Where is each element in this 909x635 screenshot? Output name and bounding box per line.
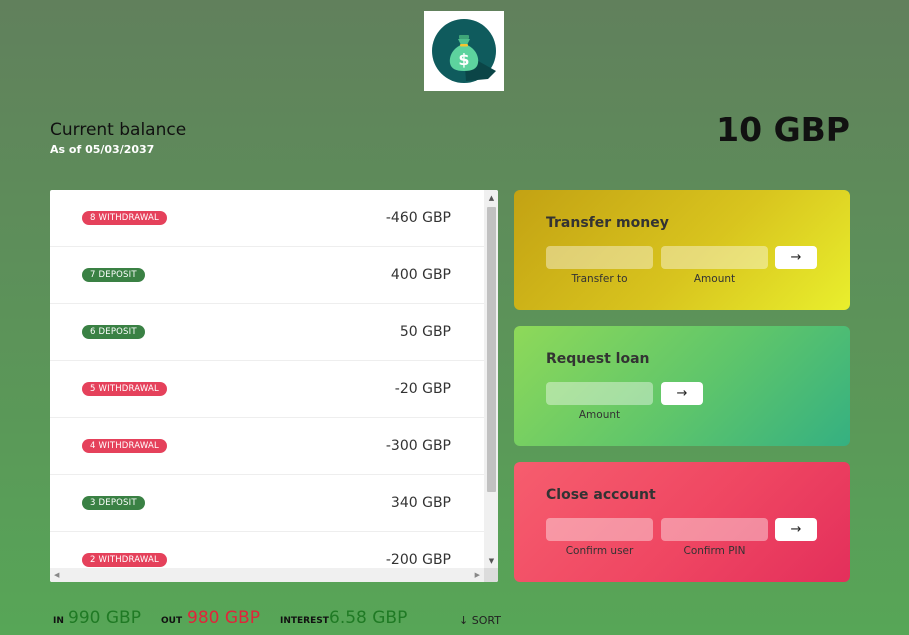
scroll-thumb[interactable] <box>487 207 496 492</box>
movements-list[interactable]: 8 WITHDRAWAL -460 GBP 7 DEPOSIT 400 GBP 6 DE… <box>50 190 498 582</box>
movement-type-badge: 3 DEPOSIT <box>82 496 145 510</box>
loan-button[interactable]: → <box>661 382 703 405</box>
scroll-up-icon[interactable]: ▲ <box>487 194 496 202</box>
vertical-scrollbar[interactable]: ▲ ▼ <box>484 190 498 568</box>
close-title: Close account <box>546 487 656 503</box>
movement-type-badge: 5 WITHDRAWAL <box>82 382 167 396</box>
horizontal-scrollbar[interactable]: ◀ ▶ <box>50 568 484 582</box>
close-button[interactable]: → <box>775 518 817 541</box>
movement-type-badge: 2 WITHDRAWAL <box>82 553 167 567</box>
money-bag-icon: $ <box>432 19 496 83</box>
movement-type-badge: 7 DEPOSIT <box>82 268 145 282</box>
movement-row: 7 DEPOSIT 400 GBP <box>50 247 484 304</box>
loan-title: Request loan <box>546 351 650 367</box>
balance-title: Current balance <box>50 120 187 140</box>
movement-amount: 400 GBP <box>390 267 451 283</box>
movement-row: 5 WITHDRAWAL -20 GBP <box>50 361 484 418</box>
balance-date: As of 05/03/2037 <box>50 143 155 156</box>
transfer-amount-label: Amount <box>693 273 736 285</box>
scroll-left-icon[interactable]: ◀ <box>54 571 59 579</box>
summary-out-value: 980 GBP <box>187 608 260 628</box>
movement-row: 8 WITHDRAWAL -460 GBP <box>50 190 484 247</box>
confirm-user-label: Confirm user <box>565 545 634 557</box>
movement-amount: -460 GBP <box>385 210 451 226</box>
transfer-amount-input[interactable] <box>661 246 768 269</box>
summary-interest-label: Interest <box>280 616 329 626</box>
summary-in-label: In <box>53 616 64 626</box>
movement-amount: -20 GBP <box>394 381 451 397</box>
loan-amount-input[interactable] <box>546 382 653 405</box>
transfer-button[interactable]: → <box>775 246 817 269</box>
movement-amount: 340 GBP <box>390 495 451 511</box>
movement-amount: -300 GBP <box>385 438 451 454</box>
movement-row: 6 DEPOSIT 50 GBP <box>50 304 484 361</box>
balance-value: 10 GBP <box>716 110 850 149</box>
movement-row: 3 DEPOSIT 340 GBP <box>50 475 484 532</box>
movement-amount: 50 GBP <box>399 324 451 340</box>
summary-in-value: 990 GBP <box>68 608 141 628</box>
summary-interest-value: 6.58 GBP <box>329 608 408 628</box>
movement-row: 4 WITHDRAWAL -300 GBP <box>50 418 484 475</box>
movement-amount: -200 GBP <box>385 552 451 568</box>
confirm-user-input[interactable] <box>546 518 653 541</box>
loan-panel: Request loan → Amount <box>514 326 850 446</box>
loan-amount-label: Amount <box>578 409 621 421</box>
movement-type-badge: 8 WITHDRAWAL <box>82 211 167 225</box>
transfer-panel: Transfer money → Transfer to Amount <box>514 190 850 310</box>
transfer-to-label: Transfer to <box>571 273 628 285</box>
sort-button[interactable]: ↓ SORT <box>459 614 501 627</box>
movements-rows: 8 WITHDRAWAL -460 GBP 7 DEPOSIT 400 GBP 6 DE… <box>50 190 484 582</box>
summary-out-label: Out <box>161 616 183 626</box>
transfer-title: Transfer money <box>546 215 669 231</box>
movement-type-badge: 4 WITHDRAWAL <box>82 439 167 453</box>
scroll-down-icon[interactable]: ▼ <box>487 557 496 565</box>
confirm-pin-label: Confirm PIN <box>683 545 746 557</box>
logo: $ <box>424 11 504 91</box>
scroll-right-icon[interactable]: ▶ <box>475 571 480 579</box>
close-panel: Close account → Confirm user Confirm PIN <box>514 462 850 582</box>
confirm-pin-input[interactable] <box>661 518 768 541</box>
movement-type-badge: 6 DEPOSIT <box>82 325 145 339</box>
transfer-to-input[interactable] <box>546 246 653 269</box>
scrollbar-corner <box>484 568 498 582</box>
svg-text:$: $ <box>458 50 469 69</box>
